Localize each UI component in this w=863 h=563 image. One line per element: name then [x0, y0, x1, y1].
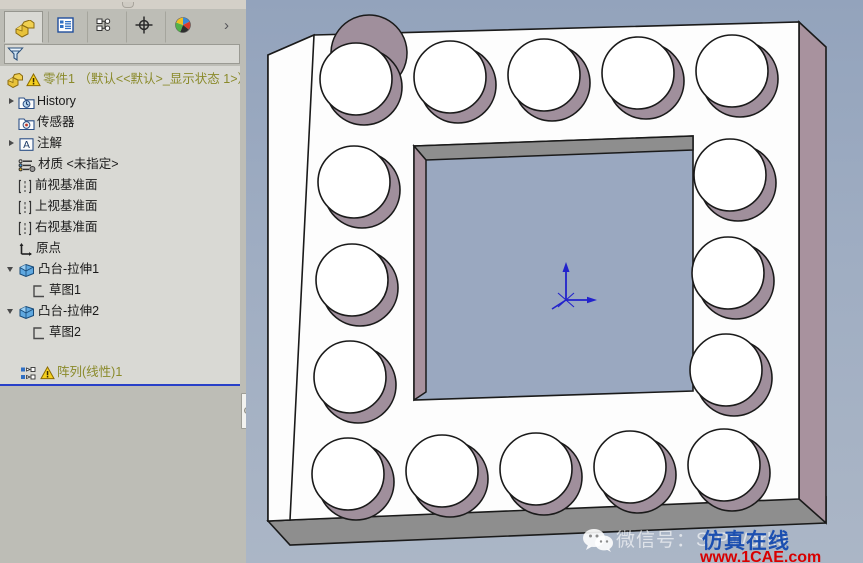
linear-pattern-icon — [20, 366, 36, 380]
manager-tab-bar: › — [0, 9, 246, 44]
no-arrow-spacer — [6, 201, 17, 212]
no-arrow-spacer — [6, 117, 17, 128]
tree-empty-area — [0, 386, 246, 563]
plate-right-face — [798, 20, 827, 525]
tree-item-top-plane[interactable]: 上视基准面 — [6, 196, 98, 217]
feature-manager-panel: › 零件1 （默认<<默认>_显示状态 1>） History 传感器 A 注解… — [0, 9, 250, 563]
tree-root-part[interactable]: 零件1 （默认<<默认>_显示状态 1>） — [6, 69, 250, 90]
tree-item-annotations[interactable]: A 注解 — [6, 133, 62, 154]
watermark-red-text: www.1CAE.com — [700, 549, 822, 563]
tree-item-material[interactable]: 材质 <未指定> — [6, 154, 119, 175]
tree-item-label: 草图2 — [49, 325, 81, 339]
feature-tree: 零件1 （默认<<默认>_显示状态 1>） History 传感器 A 注解 材… — [0, 66, 250, 384]
tree-item-history[interactable]: History — [6, 91, 76, 112]
no-arrow-spacer — [6, 180, 17, 191]
tree-item-label: 上视基准面 — [35, 199, 98, 213]
tree-item-label: 草图1 — [49, 283, 81, 297]
origin-icon — [18, 242, 32, 256]
tree-item-label: 凸台-拉伸2 — [38, 304, 100, 318]
tab-overflow-chevron[interactable]: › — [224, 17, 229, 34]
expand-arrow-icon[interactable] — [6, 138, 17, 149]
extrude-boss-icon — [18, 263, 34, 277]
watermark-bottom: 微信号：SIPWorks 仿真在线 www.1CAE.com — [582, 521, 863, 563]
central-opening-void — [413, 135, 694, 401]
no-arrow-spacer — [6, 243, 17, 254]
tree-item-label: 注解 — [37, 136, 63, 150]
no-arrow-spacer — [6, 159, 17, 170]
crosshair-icon — [135, 16, 153, 39]
tree-item-label: 右视基准面 — [35, 220, 98, 234]
tree-item-front-plane[interactable]: 前视基准面 — [6, 175, 98, 196]
sensor-folder-icon — [18, 116, 35, 131]
tree-item-label: 阵列(线性)1 — [57, 365, 123, 379]
plane-icon — [18, 200, 32, 214]
tree-item-label: 传感器 — [37, 115, 75, 129]
tree-item-sensors[interactable]: 传感器 — [6, 112, 75, 133]
wechat-icon — [582, 527, 613, 552]
history-folder-icon — [18, 95, 35, 110]
extrude-boss-icon — [18, 305, 34, 319]
plane-icon — [18, 179, 32, 193]
sketch-icon — [30, 284, 45, 298]
tree-root-label: 零件1 （默认<<默认>_显示状态 1>） — [43, 72, 251, 86]
tree-item-sketch1[interactable]: 草图1 — [30, 280, 81, 301]
hole — [319, 14, 408, 126]
tree-item-extrude1[interactable]: 凸台-拉伸1 — [6, 259, 99, 280]
part-icon — [6, 72, 23, 88]
panel-pin-tab[interactable] — [122, 2, 134, 8]
tree-item-extrude2[interactable]: 凸台-拉伸2 — [6, 301, 99, 322]
warning-icon — [40, 365, 55, 380]
tree-item-label: History — [37, 94, 76, 108]
property-manager-tab[interactable] — [48, 11, 87, 43]
plane-icon — [18, 221, 32, 235]
appearance-manager-tab[interactable] — [165, 11, 204, 43]
cad-model-perforated-plate — [266, 14, 827, 546]
feature-tree-icon — [14, 19, 34, 38]
tree-item-label: 材质 <未指定> — [38, 157, 119, 171]
solidworks-window: › 零件1 （默认<<默认>_显示状态 1>） History 传感器 A 注解… — [0, 0, 863, 563]
tree-item-origin[interactable]: 原点 — [6, 238, 61, 259]
tree-item-right-plane[interactable]: 右视基准面 — [6, 217, 98, 238]
sketch-icon — [30, 326, 45, 340]
tree-item-linear-pattern[interactable]: 阵列(线性)1 — [20, 362, 122, 383]
funnel-filter-icon — [7, 46, 24, 67]
graphics-viewport[interactable]: 1CAE.COM — [246, 0, 863, 563]
window-top-strip — [0, 0, 279, 9]
opening-inner-left-wall — [413, 143, 427, 402]
expand-arrow-icon[interactable] — [6, 96, 17, 107]
annotations-icon: A — [18, 137, 34, 151]
configuration-icon — [96, 17, 113, 38]
tree-item-sketch2[interactable]: 草图2 — [30, 322, 81, 343]
collapse-arrow-icon[interactable] — [6, 306, 17, 317]
svg-text:A: A — [23, 140, 30, 151]
feature-filter-input[interactable] — [4, 44, 240, 64]
tree-item-label: 前视基准面 — [35, 178, 98, 192]
collapse-arrow-icon[interactable] — [6, 264, 17, 275]
color-wheel-icon — [174, 16, 192, 39]
tree-item-label: 原点 — [36, 241, 62, 255]
display-manager-tab[interactable] — [126, 11, 165, 43]
no-arrow-spacer — [6, 222, 17, 233]
material-icon — [18, 158, 36, 172]
configuration-manager-tab[interactable] — [87, 11, 126, 43]
tree-item-label: 凸台-拉伸1 — [38, 262, 100, 276]
warning-icon — [26, 72, 41, 87]
feature-manager-tab[interactable] — [4, 11, 43, 43]
property-list-icon — [57, 16, 74, 38]
